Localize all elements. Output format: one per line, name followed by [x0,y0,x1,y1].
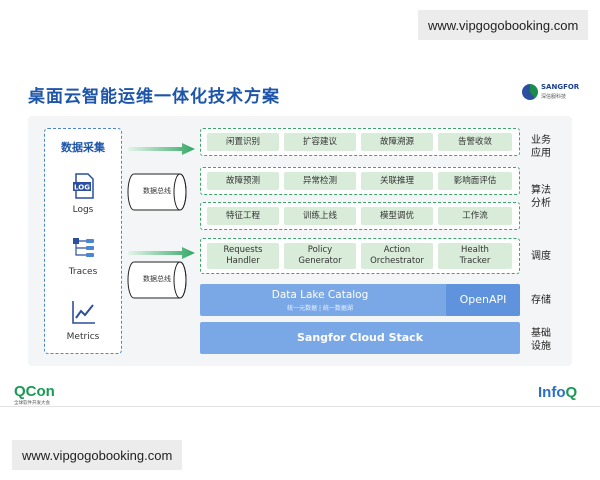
schedule-cell: Action Orchestrator [361,243,433,269]
algorithm-cell: 故障预测 [207,172,279,190]
arrow-right-icon [128,247,195,259]
algorithm-cell: 关联推理 [361,172,433,190]
log-file-icon: LOG [73,173,94,199]
bus-label: 数据总线 [143,187,171,195]
algorithm-layer-row1: 故障预测 异常检测 关联推理 影响面评估 [200,167,520,195]
schedule-layer: Requests Handler Policy Generator Action… [200,238,520,274]
schedule-cell-line2: Orchestrator [370,256,424,266]
bus-label: 数据总线 [143,275,171,283]
schedule-cell-line2: Handler [226,256,260,266]
layer-label-schedule: 调度 [531,251,551,262]
schedule-cell: Policy Generator [284,243,356,269]
schedule-cell-line2: Tracker [459,256,491,266]
schedule-cell-line2: Generator [298,256,342,266]
infoq-logo: InfoQ [538,384,578,401]
slide-title: 桌面云智能运维一体化技术方案 [28,87,280,107]
qcon-logo: QCon [14,383,55,400]
log-icon-text: LOG [74,184,90,192]
watermark-bottom[interactable]: www.vipgogobooking.com [12,440,182,470]
business-cell: 扩容建议 [284,133,356,151]
arrow-right-icon [128,143,195,155]
sangfor-logo: SANGFOR 深信服科技 [522,82,580,104]
business-cell: 故障溯源 [361,133,433,151]
data-lake-sub: 统一元数据 | 统一数据湖 [287,305,353,312]
algorithm-cell: 模型调优 [361,207,433,225]
slide: www.vipgogobooking.com 桌面云智能运维一体化技术方案 SA… [0,0,600,480]
trace-tree-icon [73,238,94,257]
algorithm-cell: 工作流 [438,207,512,225]
business-cell: 闲置识别 [207,133,279,151]
qcon-logo-sub: 全球软件开发大会 [14,401,50,406]
data-bus-lower: 数据总线 [126,260,188,300]
layer-label-infra: 基础 设施 [531,328,551,352]
source-label-traces: Traces [68,267,98,277]
algorithm-layer-row2: 特征工程 训练上线 模型调优 工作流 [200,202,520,230]
schedule-cell-line1: Requests [223,245,263,255]
layer-label-storage: 存储 [531,295,551,306]
algorithm-cell: 影响面评估 [438,172,512,190]
data-bus-upper: 数据总线 [126,172,188,212]
algorithm-cell: 异常检测 [284,172,356,190]
sangfor-logo-icon [522,84,538,100]
algorithm-cell: 特征工程 [207,207,279,225]
schedule-cell-line1: Health [461,245,489,255]
storage-layer: Data Lake Catalog 统一元数据 | 统一数据湖 OpenAPI [200,284,520,316]
watermark-top[interactable]: www.vipgogobooking.com [418,10,588,40]
schedule-cell-line1: Policy [307,245,333,255]
schedule-cell-line1: Action [383,245,411,255]
data-collection-box: 数据采集 LOG Logs Traces Metrics [44,128,122,354]
collection-title: 数据采集 [61,141,105,154]
business-cell: 告警收敛 [438,133,512,151]
schedule-cell: Requests Handler [207,243,279,269]
source-label-metrics: Metrics [66,332,100,342]
infra-layer: Sangfor Cloud Stack [200,322,520,354]
cloud-stack-title: Sangfor Cloud Stack [296,331,424,344]
layer-label-business: 业务 应用 [531,135,551,159]
sangfor-logo-name: SANGFOR [541,83,580,91]
source-label-logs: Logs [72,205,94,215]
layer-label-algorithm: 算法 分析 [531,185,551,209]
schedule-cell: Health Tracker [438,243,512,269]
line-chart-icon [72,301,95,324]
business-layer: 闲置识别 扩容建议 故障溯源 告警收敛 [200,128,520,156]
sangfor-logo-sub: 深信服科技 [541,94,567,100]
data-lake-title: Data Lake Catalog [271,289,369,301]
openapi-box: OpenAPI [446,284,520,316]
footer-divider [0,406,600,407]
algorithm-cell: 训练上线 [284,207,356,225]
